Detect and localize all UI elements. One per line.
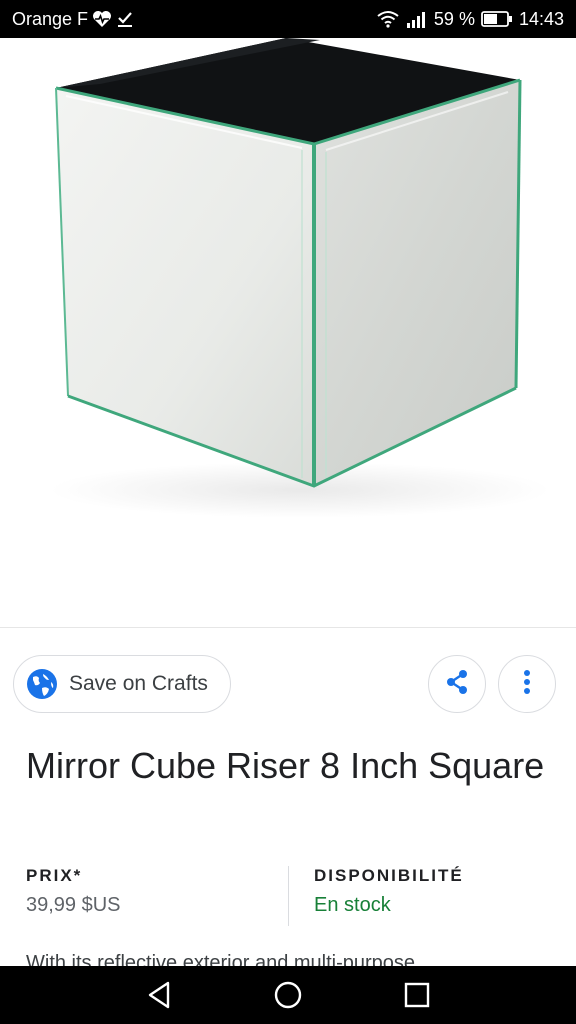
wifi-icon <box>376 10 400 28</box>
status-right: 59 % 14:43 <box>376 9 564 30</box>
status-left: Orange F <box>12 9 134 30</box>
availability-section: DISPONIBILITÉ En stock <box>314 866 464 917</box>
battery-text: 59 % <box>433 8 475 29</box>
signal-icon <box>406 10 428 28</box>
screen: Orange F 59 % 14:43 Save on Crafts Mirro… <box>0 0 576 1024</box>
save-on-crafts-label: Save on Crafts <box>69 672 208 695</box>
more-options-button[interactable] <box>498 655 556 713</box>
clock: 14:43 <box>518 8 564 29</box>
status-bar: Orange F 59 % 14:43 <box>0 0 576 38</box>
battery-icon <box>481 10 513 28</box>
save-on-crafts-button[interactable]: Save on Crafts <box>13 655 231 713</box>
price-heading: PRIX* <box>26 866 83 885</box>
navigation-bar <box>0 966 576 1024</box>
carrier-name: Orange F <box>12 8 89 29</box>
share-button[interactable] <box>428 655 486 713</box>
action-row: Save on Crafts <box>0 655 576 715</box>
mirror-cube-image[interactable] <box>0 38 576 628</box>
recent-apps-icon[interactable] <box>402 980 432 1010</box>
availability-value: En stock <box>314 894 391 916</box>
more-vertical-icon <box>522 668 532 701</box>
price-section: PRIX* 39,99 $US <box>26 866 121 917</box>
product-info: PRIX* 39,99 $US DISPONIBILITÉ En stock <box>0 866 576 936</box>
product-title: Mirror Cube Riser 8 Inch Square <box>26 745 545 786</box>
price-value: 39,99 $US <box>26 894 121 916</box>
check-download-icon <box>116 10 134 28</box>
heartbeat-icon <box>92 10 112 28</box>
globe-icon <box>26 668 58 700</box>
availability-heading: DISPONIBILITÉ <box>314 866 464 885</box>
home-icon[interactable] <box>273 980 303 1010</box>
info-divider <box>288 866 289 926</box>
back-icon[interactable] <box>144 980 174 1010</box>
share-icon <box>443 668 471 701</box>
